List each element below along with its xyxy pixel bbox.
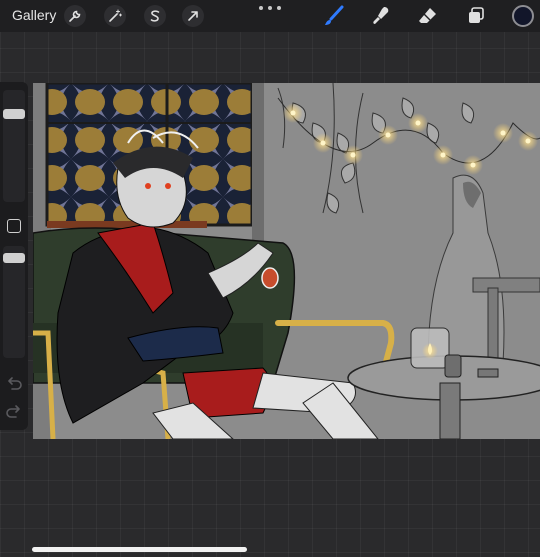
eraser-tool-button[interactable] (416, 4, 440, 28)
home-indicator[interactable] (32, 547, 247, 552)
eraser-icon (419, 8, 436, 23)
undo-icon (8, 377, 22, 390)
redo-button[interactable] (4, 402, 24, 422)
smudge-tool-button[interactable] (369, 4, 393, 28)
actions-button[interactable] (64, 5, 86, 27)
dot-icon (277, 6, 281, 10)
transform-button[interactable] (182, 5, 204, 27)
modify-square-button[interactable] (7, 219, 21, 233)
more-options-handle[interactable] (259, 3, 281, 13)
artwork-canvas[interactable] (33, 83, 540, 439)
top-toolbar: Gallery (0, 0, 540, 32)
brush-tool-button[interactable] (322, 4, 346, 28)
magic-wand-icon (109, 9, 122, 22)
selection-button[interactable] (144, 5, 166, 27)
brush-size-slider[interactable] (3, 90, 25, 202)
dot-icon (259, 6, 263, 10)
wrench-icon (69, 10, 81, 22)
undo-button[interactable] (4, 374, 24, 394)
adjustments-button[interactable] (104, 5, 126, 27)
brush-opacity-thumb[interactable] (3, 253, 25, 263)
layers-button[interactable] (464, 4, 488, 28)
brush-size-thumb[interactable] (3, 109, 25, 119)
artwork-illustration (33, 83, 540, 439)
arrow-cursor-icon (188, 11, 198, 21)
gallery-button[interactable]: Gallery (12, 7, 56, 23)
left-sidebar (0, 82, 28, 430)
selection-s-icon (150, 10, 160, 22)
brush-icon (325, 5, 344, 25)
dot-icon (268, 6, 272, 10)
layers-icon (469, 7, 484, 23)
color-picker-swatch[interactable] (512, 5, 534, 27)
smudge-icon (373, 7, 389, 24)
redo-icon (6, 405, 20, 418)
